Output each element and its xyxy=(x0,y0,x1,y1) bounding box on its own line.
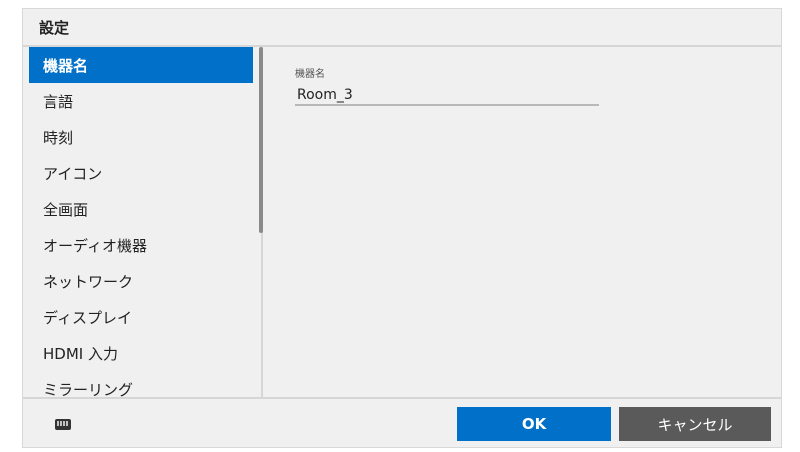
sidebar-item-display[interactable]: ディスプレイ xyxy=(29,299,253,335)
device-name-label: 機器名 xyxy=(295,69,325,80)
dialog-title: 設定 xyxy=(23,9,781,47)
ok-button[interactable]: OK xyxy=(457,407,611,441)
dialog-footer: OK キャンセル xyxy=(23,397,781,447)
sidebar-item-fullscreen[interactable]: 全画面 xyxy=(29,191,253,227)
settings-main-panel: 機器名 xyxy=(295,65,599,106)
sidebar-item-mirroring[interactable]: ミラーリング xyxy=(29,371,253,398)
sidebar-item-device-name[interactable]: 機器名 xyxy=(29,47,253,83)
sidebar-item-icon[interactable]: アイコン xyxy=(29,155,253,191)
settings-dialog: 設定 機器名 言語 時刻 アイコン 全画面 オーディオ機器 ネットワーク ディス… xyxy=(22,8,782,448)
device-name-input[interactable] xyxy=(295,86,599,106)
settings-sidebar: 機器名 言語 時刻 アイコン 全画面 オーディオ機器 ネットワーク ディスプレイ… xyxy=(23,47,263,397)
sidebar-item-time[interactable]: 時刻 xyxy=(29,119,253,155)
sidebar-item-hdmi-input[interactable]: HDMI 入力 xyxy=(29,335,253,371)
sidebar-scrollbar[interactable] xyxy=(259,47,263,233)
sidebar-item-audio-device[interactable]: オーディオ機器 xyxy=(29,227,253,263)
cancel-button[interactable]: キャンセル xyxy=(619,407,771,441)
sidebar-item-language[interactable]: 言語 xyxy=(29,83,253,119)
dialog-content: 機器名 言語 時刻 アイコン 全画面 オーディオ機器 ネットワーク ディスプレイ… xyxy=(23,47,781,397)
keyboard-icon[interactable] xyxy=(55,419,71,430)
sidebar-item-network[interactable]: ネットワーク xyxy=(29,263,253,299)
